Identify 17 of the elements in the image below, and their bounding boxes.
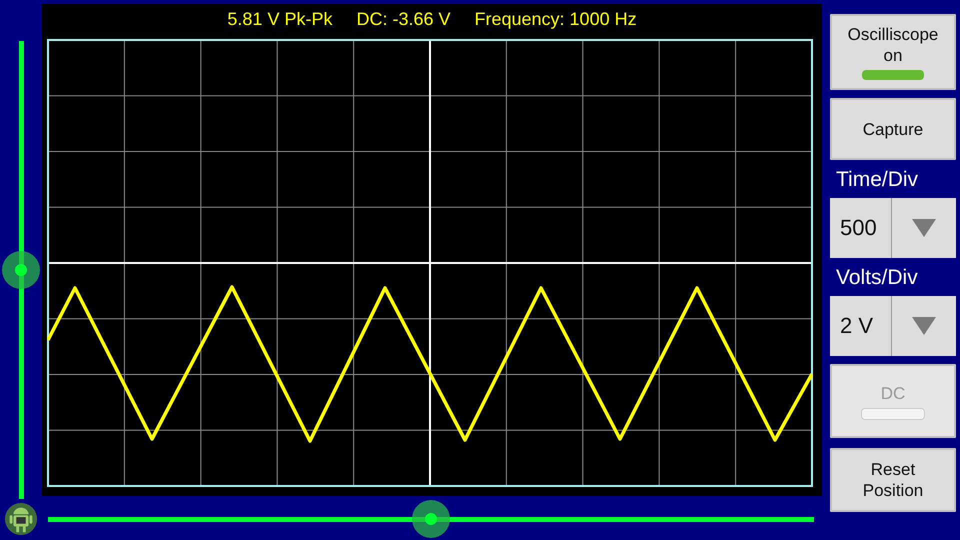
measurement-readout: DC: -3.66 V xyxy=(356,8,450,30)
section-label: Time/Div xyxy=(835,168,918,192)
horizontal-slider[interactable] xyxy=(48,500,814,538)
section-label: Volts/Div xyxy=(835,266,918,290)
vertical-slider[interactable] xyxy=(1,41,41,499)
dropdown-triangle-icon xyxy=(912,317,936,335)
dropdown-triangle-icon xyxy=(912,219,936,237)
volts-div-dropdown[interactable]: 2 V xyxy=(830,296,956,356)
slider-thumb[interactable] xyxy=(412,500,450,538)
time-div-dropdown[interactable]: 500 xyxy=(830,198,956,258)
reset-position-button[interactable]: Reset Position xyxy=(830,448,956,512)
capture-button[interactable]: Capture xyxy=(830,98,956,160)
slider-thumb[interactable] xyxy=(2,251,40,289)
measurement-readout: Frequency: 1000 Hz xyxy=(474,8,637,30)
measurement-readout: 5.81 V Pk-Pk xyxy=(227,8,332,30)
android-robot-icon[interactable] xyxy=(4,502,38,536)
power-toggle-button[interactable]: Oscilliscope on xyxy=(830,14,956,90)
